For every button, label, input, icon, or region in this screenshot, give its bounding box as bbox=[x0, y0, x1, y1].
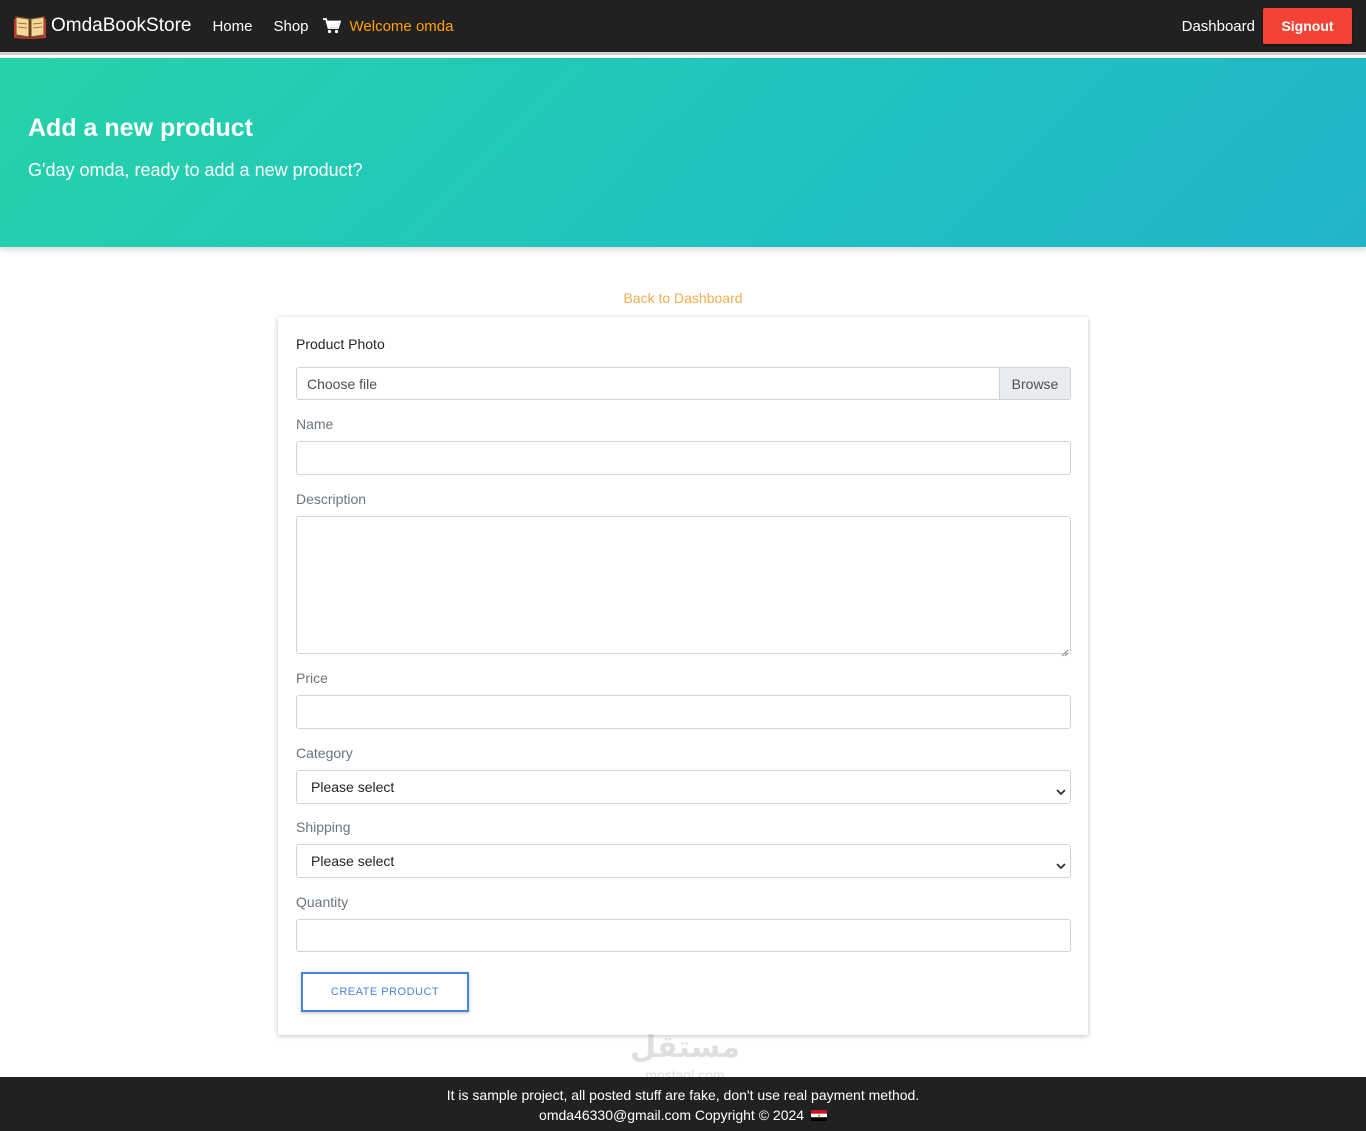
footer-copyright: omda46330@gmail.com Copyright © 2024 bbox=[539, 1107, 805, 1123]
back-to-dashboard-link[interactable]: Back to Dashboard bbox=[0, 290, 1366, 306]
open-book-icon bbox=[14, 13, 46, 39]
shipping-selected-value: Please select bbox=[311, 853, 395, 869]
name-label: Name bbox=[296, 416, 334, 432]
brand-link[interactable]: OmdaBookStore bbox=[14, 13, 191, 39]
navbar: OmdaBookStore Home Shop Welcome omda Das… bbox=[0, 0, 1366, 55]
shipping-select[interactable]: Please select bbox=[296, 844, 1071, 878]
description-label: Description bbox=[296, 491, 367, 507]
chevron-down-icon bbox=[1056, 783, 1066, 796]
watermark-text: مستقل bbox=[630, 1030, 740, 1065]
quantity-input[interactable] bbox=[296, 919, 1071, 952]
footer: It is sample project, all posted stuff a… bbox=[0, 1077, 1366, 1131]
nav-right-group: Dashboard Signout bbox=[1182, 8, 1352, 44]
page-title: Add a new product bbox=[28, 114, 253, 142]
browse-button[interactable]: Browse bbox=[999, 368, 1070, 399]
category-label: Category bbox=[296, 745, 353, 761]
description-textarea[interactable] bbox=[296, 516, 1071, 657]
signout-button[interactable]: Signout bbox=[1263, 8, 1352, 44]
chevron-down-icon bbox=[1056, 857, 1066, 870]
egypt-flag-icon bbox=[810, 1106, 827, 1121]
price-input[interactable] bbox=[296, 695, 1071, 729]
product-photo-label: Product Photo bbox=[296, 336, 385, 352]
name-input[interactable] bbox=[296, 441, 1071, 475]
footer-disclaimer: It is sample project, all posted stuff a… bbox=[446, 1087, 920, 1103]
price-label: Price bbox=[296, 670, 328, 686]
category-select[interactable]: Please select bbox=[296, 770, 1071, 804]
quantity-label: Quantity bbox=[296, 894, 349, 910]
file-input-placeholder: Choose file bbox=[307, 375, 378, 392]
shopping-cart-icon[interactable] bbox=[322, 18, 341, 34]
nav-dashboard-link[interactable]: Dashboard bbox=[1182, 18, 1255, 35]
create-product-button[interactable]: CREATE PRODUCT bbox=[301, 972, 469, 1012]
nav-home-link[interactable]: Home bbox=[212, 18, 252, 35]
shipping-label: Shipping bbox=[296, 819, 351, 835]
resize-handle-icon[interactable] bbox=[1061, 644, 1069, 657]
brand-name: OmdaBookStore bbox=[51, 15, 192, 36]
nav-shop-link[interactable]: Shop bbox=[273, 18, 308, 35]
product-photo-file-input[interactable]: Choose file Browse bbox=[296, 367, 1071, 400]
add-product-form: Product Photo Choose file Browse Name De… bbox=[278, 317, 1088, 1035]
footer-copyright-line: omda46330@gmail.com Copyright © 2024 bbox=[0, 1105, 1366, 1125]
page-subtitle: G'day omda, ready to add a new product? bbox=[28, 160, 363, 180]
category-selected-value: Please select bbox=[311, 779, 395, 795]
hero-banner: Add a new product G'day omda, ready to a… bbox=[0, 58, 1366, 247]
welcome-text: Welcome omda bbox=[349, 17, 454, 35]
